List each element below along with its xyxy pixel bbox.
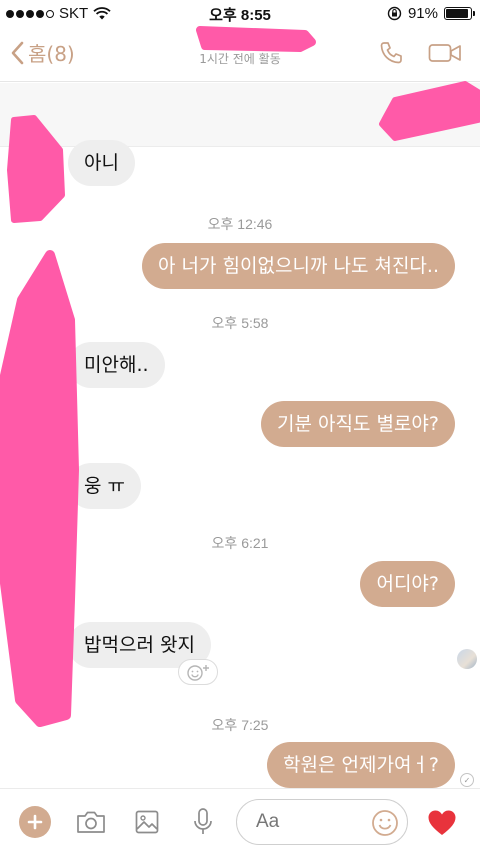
emoji-icon[interactable] <box>371 809 399 837</box>
message-input[interactable]: Aa <box>236 799 408 845</box>
seen-check-icon: ✓ <box>460 773 474 787</box>
outgoing-message[interactable]: 어디야? <box>360 561 455 607</box>
battery-icon <box>444 7 475 20</box>
plus-icon <box>27 814 43 830</box>
seen-avatar <box>457 649 477 669</box>
outgoing-message[interactable]: 아 너가 힘이없으니까 나도 쳐진다.. <box>142 243 455 289</box>
battery-percent: 91% <box>407 5 438 22</box>
camera-button[interactable] <box>75 806 107 838</box>
lock-rotation-icon <box>387 6 402 21</box>
conversation-top-band <box>0 83 480 147</box>
timestamp: 오후 12:46 <box>207 216 273 232</box>
camera-icon <box>77 811 105 833</box>
status-right: 91% <box>387 5 475 22</box>
video-icon[interactable] <box>428 40 462 66</box>
incoming-message[interactable]: 미안해.. <box>68 342 165 388</box>
image-icon <box>135 810 159 834</box>
add-reaction-button[interactable] <box>178 659 218 685</box>
heart-icon <box>428 810 456 835</box>
timestamp: 오후 6:21 <box>211 535 269 551</box>
phone-icon[interactable] <box>378 40 404 66</box>
incoming-message[interactable]: 아니 <box>68 140 135 186</box>
incoming-message[interactable]: 웅 ㅠ <box>68 463 141 509</box>
timestamp: 오후 7:25 <box>211 717 269 733</box>
gallery-button[interactable] <box>131 806 163 838</box>
timestamp: 오후 5:58 <box>211 315 269 331</box>
status-bar: SKT 오후 8:55 91% <box>0 0 480 28</box>
outgoing-message[interactable]: 학원은 언제가여ㅓ? <box>267 742 455 788</box>
microphone-icon <box>194 808 212 834</box>
conversation-header: 홈(8) 1시간 전에 활동 <box>0 28 480 82</box>
add-reaction-icon <box>187 665 209 681</box>
plus-button[interactable] <box>19 806 51 838</box>
call-actions <box>378 40 462 66</box>
composer-bar: Aa <box>0 788 480 854</box>
like-button[interactable] <box>426 807 458 839</box>
outgoing-message[interactable]: 기분 아직도 별로야? <box>260 401 455 447</box>
message-placeholder: Aa <box>256 811 280 832</box>
voice-button[interactable] <box>187 806 219 838</box>
